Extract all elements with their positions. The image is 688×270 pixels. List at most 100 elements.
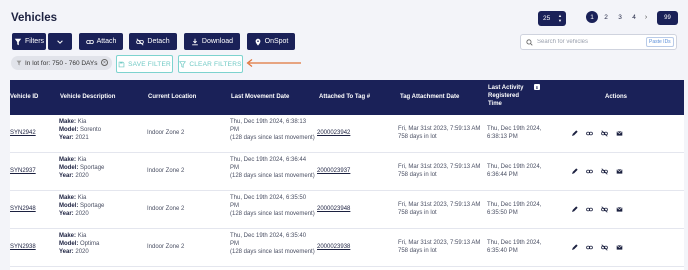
download-button[interactable]: Download bbox=[184, 33, 240, 50]
clear-filters-label: CLEAR FILTERS bbox=[189, 60, 242, 68]
table-row: SYN2938 Make: Kia Model: Optima Year: 20… bbox=[10, 229, 684, 267]
link-icon[interactable] bbox=[585, 243, 593, 251]
header-last-activity-line3: Time bbox=[488, 101, 502, 107]
updown-icon: ▲ ▼ bbox=[558, 13, 562, 23]
clear-filters-button[interactable]: CLEAR FILTERS bbox=[178, 55, 243, 73]
paste-ids-button[interactable]: Paste IDs bbox=[646, 37, 674, 47]
tag-date-line1: Fri, Mar 31st 2023, 7:59:13 AM bbox=[398, 202, 481, 208]
movement-line1: Thu, Dec 19th 2024, 6:35:40 bbox=[230, 233, 307, 239]
attached-tag-link[interactable]: 2000023938 bbox=[317, 243, 350, 251]
current-location: Indoor Zone 2 bbox=[147, 206, 185, 212]
map-pin-icon bbox=[255, 38, 261, 46]
edit-icon[interactable] bbox=[570, 167, 578, 175]
edit-icon[interactable] bbox=[570, 129, 578, 137]
page-2-button[interactable]: 2 bbox=[600, 11, 612, 23]
remove-filter-icon[interactable]: × bbox=[101, 59, 108, 66]
table-row: SYN2937 Make: Kia Model: Sportage Year: … bbox=[10, 153, 684, 191]
header-last-activity[interactable]: Last Activity Registered Time bbox=[488, 84, 523, 108]
year-label: Year: bbox=[59, 211, 74, 217]
movement-line2: PM bbox=[230, 165, 239, 171]
attached-tag-link[interactable]: 2000023942 bbox=[317, 129, 350, 137]
header-last-movement[interactable]: Last Movement Date bbox=[231, 94, 289, 100]
table-body: SYN2942 Make: Kia Model: Sorento Year: 2… bbox=[10, 115, 684, 267]
filters-button[interactable]: Filters bbox=[12, 33, 46, 50]
funnel-icon bbox=[179, 60, 187, 68]
unlink-icon[interactable] bbox=[600, 243, 608, 251]
search-icon bbox=[526, 38, 533, 46]
unlink-icon[interactable] bbox=[600, 167, 608, 175]
search-box: Paste IDs bbox=[520, 34, 677, 50]
current-location: Indoor Zone 2 bbox=[147, 244, 185, 250]
tag-date-line2: 758 days in lot bbox=[398, 248, 437, 254]
save-filter-label: SAVE FILTER bbox=[128, 60, 171, 68]
tag-date-line1: Fri, Mar 31st 2023, 7:59:13 AM bbox=[398, 164, 481, 170]
edit-icon[interactable] bbox=[570, 243, 578, 251]
vehicles-table: Vehicle ID Vehicle Description Current L… bbox=[10, 80, 684, 270]
vehicle-id-link[interactable]: SYN2948 bbox=[10, 205, 36, 213]
header-tag-attachment[interactable]: Tag Attachment Date bbox=[400, 94, 459, 100]
last-activity-time: Thu, Dec 19th 2024, 6:38:13 PM bbox=[487, 125, 541, 141]
unlink-icon[interactable] bbox=[600, 129, 608, 137]
filters-dropdown-button[interactable] bbox=[48, 33, 72, 50]
mail-icon[interactable] bbox=[615, 243, 623, 251]
tag-date-line2: 758 days in lot bbox=[398, 210, 437, 216]
onspot-button[interactable]: OnSpot bbox=[247, 33, 295, 50]
active-filter-chip[interactable]: In lot for: 750 - 760 DAYs × bbox=[11, 56, 112, 70]
page-1-button[interactable]: 1 bbox=[586, 11, 598, 23]
mail-icon[interactable] bbox=[615, 167, 623, 175]
row-actions bbox=[570, 205, 623, 213]
attach-button[interactable]: Attach bbox=[79, 33, 123, 50]
last-movement-date: Thu, Dec 19th 2024, 6:35:40 PM (128 days… bbox=[230, 232, 315, 256]
vehicle-id-link[interactable]: SYN2937 bbox=[10, 167, 36, 175]
total-count-badge[interactable]: 99 bbox=[657, 11, 678, 25]
row-actions bbox=[570, 129, 623, 137]
arrow-annotation-icon bbox=[246, 59, 301, 67]
sort-icon[interactable]: ⬇ bbox=[534, 84, 540, 90]
current-location: Indoor Zone 2 bbox=[147, 130, 185, 136]
edit-icon[interactable] bbox=[570, 205, 578, 213]
page-3-button[interactable]: 3 bbox=[614, 11, 626, 23]
tag-date-line2: 758 days in lot bbox=[398, 172, 437, 178]
year-label: Year: bbox=[59, 135, 74, 141]
link-icon[interactable] bbox=[585, 167, 593, 175]
vehicle-id-link[interactable]: SYN2938 bbox=[10, 243, 36, 251]
activity-line2: 6:36:44 PM bbox=[487, 172, 518, 178]
header-last-activity-line1: Last Activity bbox=[488, 85, 524, 91]
link-icon[interactable] bbox=[585, 205, 593, 213]
last-movement-date: Thu, Dec 19th 2024, 6:36:44 PM (128 days… bbox=[230, 156, 315, 180]
link-icon[interactable] bbox=[585, 129, 593, 137]
vehicle-description: Make: Kia Model: Sorento Year: 2021 bbox=[59, 118, 101, 142]
activity-line2: 6:35:50 PM bbox=[487, 210, 518, 216]
tag-date-line1: Fri, Mar 31st 2023, 7:59:13 AM bbox=[398, 240, 481, 246]
search-input[interactable] bbox=[537, 39, 642, 45]
unlink-icon[interactable] bbox=[600, 205, 608, 213]
filters-button-label: Filters bbox=[24, 38, 45, 45]
attached-tag-link[interactable]: 2000023948 bbox=[317, 205, 350, 213]
header-attached-tag[interactable]: Attached To Tag # bbox=[319, 94, 370, 100]
page-size-value: 25 bbox=[543, 15, 551, 22]
page-4-button[interactable]: 4 bbox=[628, 11, 640, 23]
attached-tag-link[interactable]: 2000023937 bbox=[317, 167, 350, 175]
make-label: Make: bbox=[59, 195, 77, 201]
mail-icon[interactable] bbox=[615, 129, 623, 137]
make-value: Kia bbox=[77, 233, 87, 239]
make-value: Kia bbox=[77, 157, 87, 163]
header-vehicle-id[interactable]: Vehicle ID bbox=[10, 94, 38, 100]
model-value: Optima bbox=[80, 241, 100, 247]
tag-attachment-date: Fri, Mar 31st 2023, 7:59:13 AM 758 days … bbox=[398, 201, 480, 217]
detach-button[interactable]: Detach bbox=[129, 33, 177, 50]
row-actions bbox=[570, 243, 623, 251]
page-size-select[interactable]: 25 ▲ ▼ bbox=[538, 11, 566, 26]
make-value: Kia bbox=[77, 119, 87, 125]
mail-icon[interactable] bbox=[615, 205, 623, 213]
header-location[interactable]: Current Location bbox=[148, 94, 196, 100]
next-page-icon[interactable]: › bbox=[642, 14, 650, 21]
movement-line3: (128 days since last movement) bbox=[230, 173, 315, 179]
save-filter-button[interactable]: SAVE FILTER bbox=[116, 55, 173, 73]
page-title: Vehicles bbox=[11, 12, 58, 24]
vehicle-id-link[interactable]: SYN2942 bbox=[10, 129, 36, 137]
header-description[interactable]: Vehicle Description bbox=[60, 94, 115, 100]
activity-line2: 6:38:13 PM bbox=[487, 134, 518, 140]
link-icon bbox=[85, 39, 94, 44]
unlink-icon bbox=[136, 38, 145, 45]
